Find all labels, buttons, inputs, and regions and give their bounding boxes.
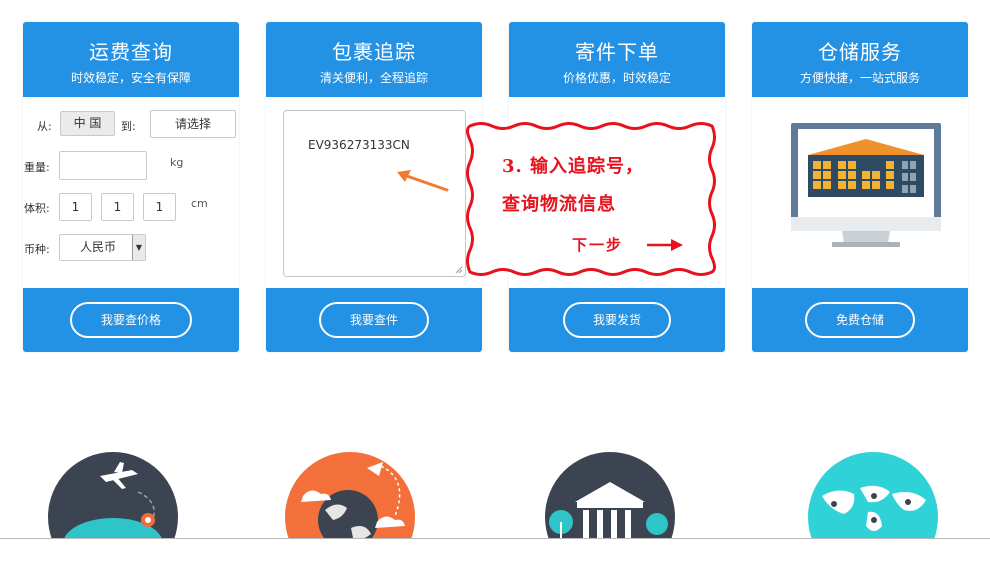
bank-building-illustration	[545, 452, 675, 538]
next-step-label: 下一步	[572, 236, 624, 254]
world-globe-illustration	[285, 452, 415, 538]
callout-step-text: 3. 输入追踪号，	[502, 156, 645, 177]
card-footer: 我要查件	[266, 288, 482, 352]
currency-value: 人民币	[80, 240, 117, 254]
from-select[interactable]: 中 国	[60, 111, 115, 136]
card-subtitle: 价格优惠，时效稳定	[562, 71, 671, 85]
volume-label: 体积:	[24, 202, 50, 215]
to-label: 到:	[121, 120, 136, 133]
world-globe-icon	[285, 452, 415, 538]
volume-length-input[interactable]: 1	[59, 193, 92, 221]
warehouse-monitor-icon	[791, 123, 941, 247]
bank-building-icon	[545, 452, 675, 538]
card-shipping-quote: 运费查询 时效稳定，安全有保障 从: 中 国 到: 请选择 重量: kg 体积:…	[23, 22, 239, 352]
weight-input[interactable]	[59, 151, 147, 180]
free-storage-button[interactable]: 免费仓储	[805, 302, 915, 338]
card-title: 运费查询	[89, 40, 173, 64]
tracking-number-value: EV936273133CN	[308, 138, 410, 152]
airplane-globe-icon	[48, 452, 178, 538]
card-warehousing: 仓储服务 方便快捷，一站式服务 免费仓储	[752, 22, 968, 352]
card-subtitle: 时效稳定，安全有保障	[70, 71, 191, 85]
shipping-form: 从: 中 国 到: 请选择 重量: kg 体积: 1 1 1 cm 币种: 人民…	[23, 97, 239, 288]
card-footer: 我要查价格	[23, 288, 239, 352]
card-subtitle: 方便快捷，一站式服务	[799, 71, 920, 85]
card-header: 寄件下单 价格优惠，时效稳定	[509, 22, 725, 97]
destination-select[interactable]: 请选择	[150, 110, 236, 138]
world-map-illustration	[808, 452, 938, 538]
card-subtitle: 清关便利，全程追踪	[319, 71, 428, 85]
airplane-globe-illustration	[48, 452, 178, 538]
section-divider	[0, 538, 990, 539]
weight-unit: kg	[170, 156, 184, 169]
from-label: 从:	[37, 120, 52, 133]
chevron-down-icon: ▼	[132, 235, 145, 260]
currency-label: 币种:	[24, 243, 50, 256]
get-quote-button[interactable]: 我要查价格	[70, 302, 192, 338]
weight-label: 重量:	[24, 161, 50, 174]
track-package-button[interactable]: 我要查件	[319, 302, 429, 338]
world-map-icon	[808, 452, 938, 538]
volume-unit: cm	[191, 197, 208, 210]
resize-handle-icon	[455, 266, 463, 274]
volume-width-input[interactable]: 1	[101, 193, 134, 221]
volume-height-input[interactable]: 1	[143, 193, 176, 221]
card-footer: 免费仓储	[752, 288, 968, 352]
currency-select[interactable]: 人民币 ▼	[59, 234, 146, 261]
card-footer: 我要发货	[509, 288, 725, 352]
card-title: 寄件下单	[575, 40, 659, 64]
arrow-right-icon	[647, 239, 683, 251]
card-title: 包裹追踪	[332, 40, 416, 64]
card-header: 包裹追踪 清关便利，全程追踪	[266, 22, 482, 97]
card-body	[752, 97, 968, 288]
card-header: 仓储服务 方便快捷，一站式服务	[752, 22, 968, 97]
card-header: 运费查询 时效稳定，安全有保障	[23, 22, 239, 97]
pointer-arrow-icon	[397, 170, 449, 192]
ship-now-button[interactable]: 我要发货	[563, 302, 671, 338]
callout-instruction-text: 查询物流信息	[502, 194, 616, 215]
card-title: 仓储服务	[818, 40, 902, 64]
